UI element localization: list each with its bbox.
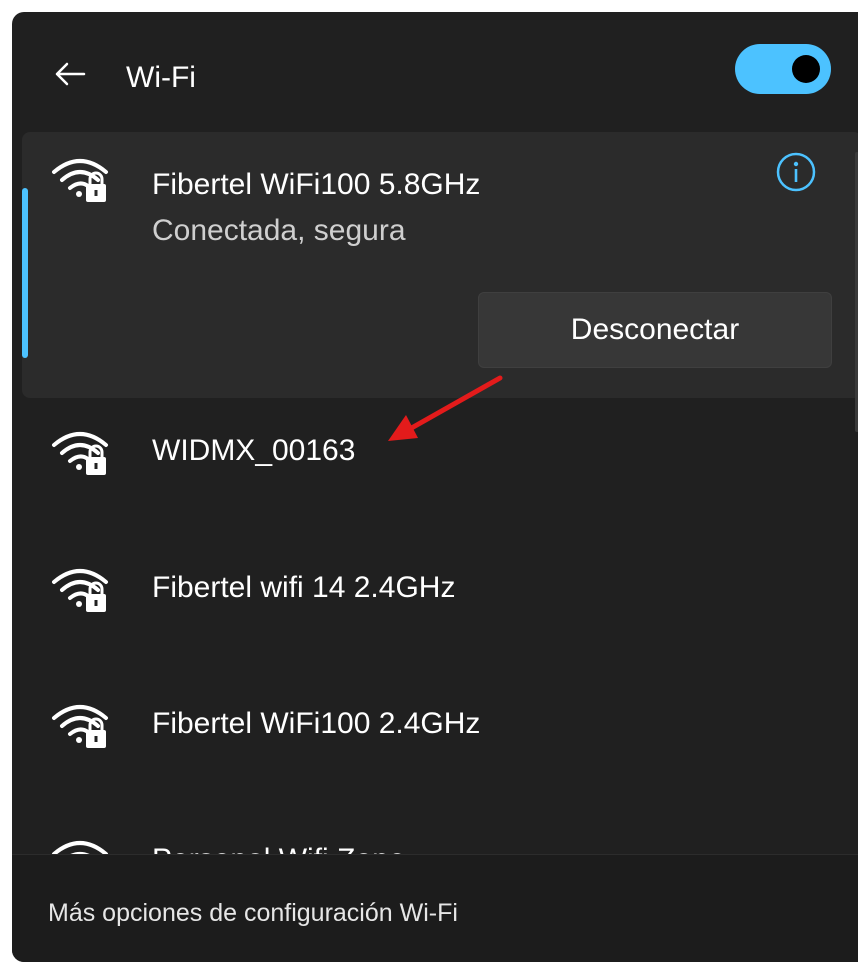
connection-status: Conectada, segura (152, 214, 406, 247)
network-name: Fibertel WiFi100 2.4GHz (152, 707, 481, 740)
selection-indicator (22, 188, 28, 358)
connected-network-card[interactable]: Fibertel WiFi100 5.8GHz Conectada, segur… (22, 132, 858, 398)
network-name: Fibertel wifi 14 2.4GHz (152, 571, 456, 604)
arrow-left-icon (55, 62, 86, 86)
wifi-header: Wi-Fi (12, 12, 858, 127)
info-icon[interactable] (774, 150, 818, 194)
network-item[interactable]: Fibertel WiFi100 2.4GHz (22, 670, 858, 790)
network-name: WIDMX_00163 (152, 434, 356, 467)
disconnect-button[interactable]: Desconectar (478, 292, 832, 368)
page-title: Wi-Fi (126, 61, 196, 94)
wifi-secured-icon (52, 569, 108, 612)
wifi-secured-icon (52, 159, 108, 202)
network-item[interactable]: WIDMX_00163 (22, 397, 858, 517)
wifi-flyout-panel: Wi-Fi Fibertel WiFi100 5.8GHz Conectada,… (12, 12, 858, 962)
more-wifi-settings-link[interactable]: Más opciones de configuración Wi-Fi (48, 899, 458, 928)
network-item[interactable]: Fibertel wifi 14 2.4GHz (22, 534, 858, 654)
footer: Más opciones de configuración Wi-Fi (12, 854, 858, 962)
connected-network-name: Fibertel WiFi100 5.8GHz (152, 168, 481, 201)
wifi-secured-icon (52, 705, 108, 748)
back-button[interactable] (50, 54, 90, 94)
wifi-toggle[interactable] (735, 44, 831, 94)
wifi-secured-icon (52, 432, 108, 475)
toggle-knob (792, 55, 820, 83)
